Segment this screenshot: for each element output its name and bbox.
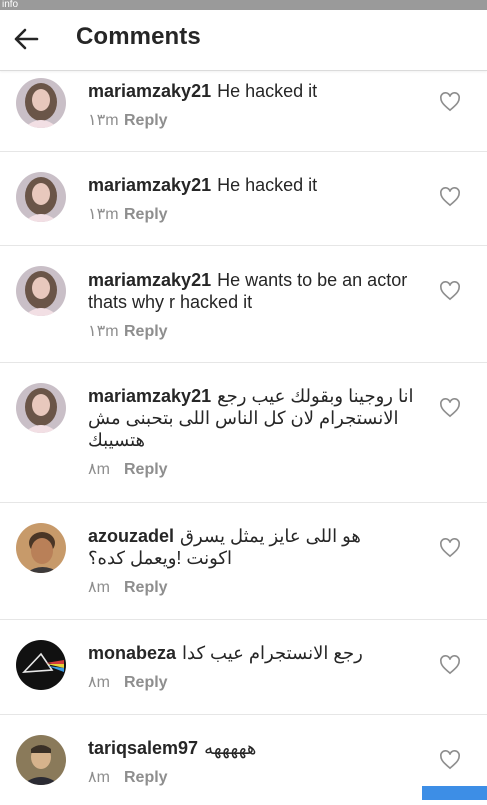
comment-text: mariamzaky21 انا روجينا وبقولك عيب رجع ال… xyxy=(88,385,418,451)
comment-time: ٨m xyxy=(88,579,110,596)
comment-text: azouzadel هو اللى عايز يمثل يسرق اكونت !و… xyxy=(88,525,408,569)
comment-username[interactable]: azouzadel xyxy=(88,526,174,546)
comment-message: رجع الانستجرام عيب كدا xyxy=(182,643,363,663)
comment-message: He hacked it xyxy=(217,81,318,101)
comment-username[interactable]: mariamzaky21 xyxy=(88,81,211,101)
reply-button[interactable]: Reply xyxy=(124,206,168,223)
avatar[interactable] xyxy=(16,383,66,433)
heart-icon[interactable] xyxy=(439,538,461,558)
heart-icon[interactable] xyxy=(439,655,461,675)
comment-item: monabeza رجع الانستجرام عيب كدا ٨m Reply xyxy=(0,620,487,715)
avatar[interactable] xyxy=(16,78,66,128)
comment-item: mariamzaky21 He hacked it ١٣m Reply xyxy=(0,71,487,152)
comment-text: mariamzaky21 He hacked it xyxy=(88,80,428,102)
avatar[interactable] xyxy=(16,523,66,573)
comment-text: mariamzaky21 He hacked it xyxy=(88,174,428,196)
heart-icon[interactable] xyxy=(439,398,461,418)
heart-icon[interactable] xyxy=(439,281,461,301)
comment-time: ٨m xyxy=(88,674,110,691)
post-button[interactable] xyxy=(422,786,487,800)
heart-icon[interactable] xyxy=(439,750,461,770)
avatar[interactable] xyxy=(16,640,66,690)
comment-item: azouzadel هو اللى عايز يمثل يسرق اكونت !و… xyxy=(0,503,487,620)
comment-message: هههههه xyxy=(204,738,257,758)
reply-button[interactable]: Reply xyxy=(124,769,168,786)
comment-time: ١٣m xyxy=(88,112,119,129)
status-bar-label: info xyxy=(2,0,19,10)
avatar[interactable] xyxy=(16,266,66,316)
comment-item: mariamzaky21 انا روجينا وبقولك عيب رجع ال… xyxy=(0,363,487,503)
comment-message: He hacked it xyxy=(217,175,318,195)
avatar[interactable] xyxy=(16,172,66,222)
comment-item: mariamzaky21 He wants to be an actor that… xyxy=(0,246,487,363)
status-bar: info xyxy=(0,0,487,10)
comment-time: ٨m xyxy=(88,461,110,478)
comment-time: ٨m xyxy=(88,769,110,786)
comment-list: mariamzaky21 He hacked it ١٣m Reply mariam… xyxy=(0,71,487,805)
avatar[interactable] xyxy=(16,735,66,785)
comment-username[interactable]: mariamzaky21 xyxy=(88,175,211,195)
comment-text: mariamzaky21 He wants to be an actor that… xyxy=(88,269,428,313)
heart-icon[interactable] xyxy=(439,92,461,112)
reply-button[interactable]: Reply xyxy=(124,112,168,129)
comment-item: mariamzaky21 He hacked it ١٣m Reply xyxy=(0,152,487,246)
comment-time: ١٣m xyxy=(88,206,119,223)
comment-item: tariqsalem97 هههههه ٨m Reply xyxy=(0,715,487,805)
comment-text: monabeza رجع الانستجرام عيب كدا xyxy=(88,642,428,664)
page-title: Comments xyxy=(76,23,201,50)
reply-button[interactable]: Reply xyxy=(124,674,168,691)
back-arrow-icon[interactable] xyxy=(12,25,40,53)
reply-button[interactable]: Reply xyxy=(124,579,168,596)
comment-username[interactable]: tariqsalem97 xyxy=(88,738,198,758)
comment-time: ١٣m xyxy=(88,323,119,340)
comment-username[interactable]: mariamzaky21 xyxy=(88,270,211,290)
app-bar: Comments xyxy=(0,10,487,71)
comment-username[interactable]: mariamzaky21 xyxy=(88,386,211,406)
comment-text: tariqsalem97 هههههه xyxy=(88,737,428,759)
reply-button[interactable]: Reply xyxy=(124,323,168,340)
reply-button[interactable]: Reply xyxy=(124,461,168,478)
comment-username[interactable]: monabeza xyxy=(88,643,176,663)
heart-icon[interactable] xyxy=(439,187,461,207)
